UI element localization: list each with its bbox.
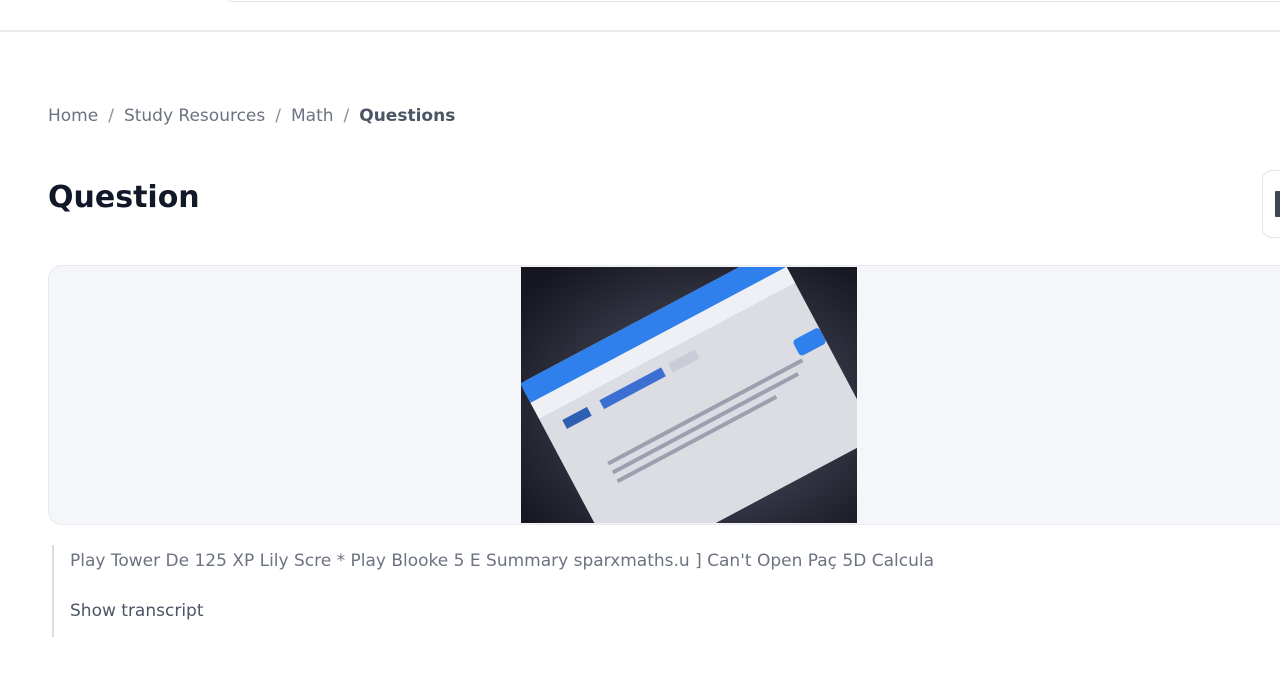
question-photo-graphic bbox=[521, 267, 857, 523]
breadcrumb-math[interactable]: Math bbox=[291, 106, 334, 126]
breadcrumb-separator: / bbox=[275, 106, 281, 126]
breadcrumb-study-resources[interactable]: Study Resources bbox=[124, 106, 265, 126]
breadcrumb-separator: / bbox=[108, 106, 114, 126]
breadcrumb-current: Questions bbox=[359, 106, 456, 126]
page-action-button[interactable] bbox=[1262, 170, 1280, 238]
page-title: Question bbox=[48, 180, 200, 215]
transcript-panel: Play Tower De 125 XP Lily Scre * Play Bl… bbox=[52, 545, 1280, 637]
breadcrumb: Home / Study Resources / Math / Question… bbox=[48, 103, 455, 129]
breadcrumb-home[interactable]: Home bbox=[48, 106, 98, 126]
question-photo[interactable] bbox=[521, 267, 857, 523]
breadcrumb-separator: / bbox=[343, 106, 350, 126]
page-action-icon bbox=[1275, 191, 1280, 217]
top-navigation-bar bbox=[0, 0, 1280, 32]
search-bar-edge[interactable] bbox=[226, 0, 1280, 2]
show-transcript-link[interactable]: Show transcript bbox=[70, 601, 204, 621]
transcript-text: Play Tower De 125 XP Lily Scre * Play Bl… bbox=[70, 551, 934, 571]
